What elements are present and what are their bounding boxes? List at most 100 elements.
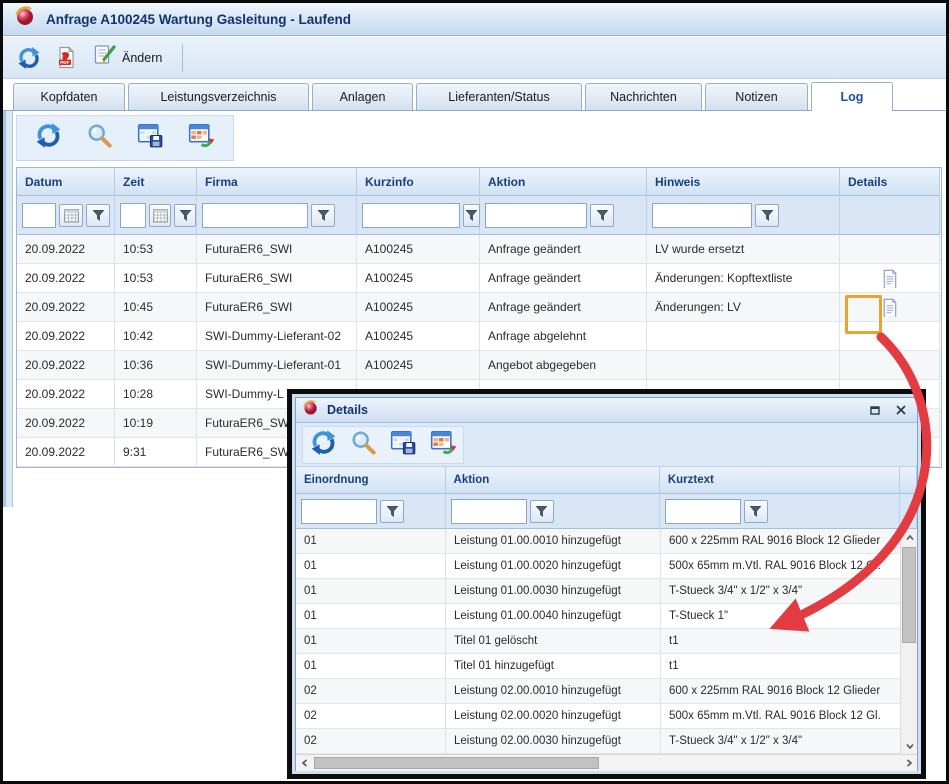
filter-funnel-button[interactable] xyxy=(744,500,768,523)
tab-kopfdaten[interactable]: Kopfdaten xyxy=(13,83,125,110)
details-row[interactable]: 02Leistung 02.00.0010 hinzugefügt600 x 2… xyxy=(296,679,917,704)
search-button[interactable] xyxy=(350,429,377,461)
cell-firma: SWI-Dummy-Lieferant-02 xyxy=(197,322,357,351)
filter-input-einordnung[interactable] xyxy=(301,499,377,524)
table-export-button[interactable] xyxy=(188,122,215,154)
filter-input-aktion[interactable] xyxy=(451,499,527,524)
log-row[interactable]: 20.09.202210:53FuturaER6_SWIA100245Anfra… xyxy=(17,235,941,264)
scrollbar-thumb[interactable] xyxy=(314,757,599,769)
cell-kurztext: 600 x 225mm RAL 9016 Block 12 Glieder xyxy=(661,679,902,704)
filter-funnel-button[interactable] xyxy=(380,500,404,523)
aendern-button[interactable]: Ändern xyxy=(93,43,162,72)
cell-details_icon xyxy=(840,351,940,380)
filter-input-aktion[interactable] xyxy=(485,203,587,228)
details-doc-icon[interactable] xyxy=(880,298,899,317)
details-row[interactable]: 02Leistung 02.00.0020 hinzugefügt500x 65… xyxy=(296,704,917,729)
scroll-right-icon[interactable] xyxy=(900,755,917,772)
cell-aktion: Leistung 01.00.0020 hinzugefügt xyxy=(446,554,661,579)
column-header-aktion[interactable]: Aktion xyxy=(480,168,647,196)
details-doc-icon[interactable] xyxy=(880,269,899,288)
log-row[interactable]: 20.09.202210:45FuturaER6_SWIA100245Anfra… xyxy=(17,293,941,322)
cell-aktion: Anfrage geändert xyxy=(480,235,647,264)
tab-leistungsverzeichnis[interactable]: Leistungsverzeichnis xyxy=(128,83,309,110)
table-export-icon xyxy=(430,429,457,456)
column-header-aktion[interactable]: Aktion xyxy=(446,467,660,494)
log-row[interactable]: 20.09.202210:36SWI-Dummy-Lieferant-01A10… xyxy=(17,351,941,380)
tab-lieferanten-status[interactable]: Lieferanten/Status xyxy=(416,83,582,110)
cell-datum: 20.09.2022 xyxy=(17,351,115,380)
calendar-icon xyxy=(152,207,169,224)
cell-zeit: 9:31 xyxy=(115,438,197,467)
filter-input-hinweis[interactable] xyxy=(652,203,752,228)
funnel-icon xyxy=(91,208,106,223)
log-row[interactable]: 20.09.202210:42SWI-Dummy-Lieferant-02A10… xyxy=(17,322,941,351)
tab-anlagen[interactable]: Anlagen xyxy=(312,83,413,110)
log-row[interactable]: 20.09.202210:53FuturaER6_SWIA100245Anfra… xyxy=(17,264,941,293)
column-header-zeit[interactable]: Zeit xyxy=(115,168,197,196)
pdf-export-button[interactable]: PDF xyxy=(55,46,79,70)
cell-details_icon xyxy=(840,235,940,264)
details-row[interactable]: 01Titel 01 hinzugefügtt1 xyxy=(296,654,917,679)
search-button[interactable] xyxy=(86,122,113,154)
filter-funnel-button[interactable] xyxy=(463,204,480,227)
column-header-kurzinfo[interactable]: Kurzinfo xyxy=(357,168,480,196)
filter-funnel-button[interactable] xyxy=(755,204,779,227)
filter-funnel-button[interactable] xyxy=(86,204,110,227)
column-header-hinweis[interactable]: Hinweis xyxy=(647,168,840,196)
svg-text:PDF: PDF xyxy=(60,60,69,65)
tab-log[interactable]: Log xyxy=(811,82,893,111)
filter-funnel-button[interactable] xyxy=(530,500,554,523)
vertical-scrollbar[interactable] xyxy=(900,529,917,754)
cell-zeit: 10:53 xyxy=(115,264,197,293)
scroll-down-button[interactable] xyxy=(901,737,918,754)
details-row[interactable]: 01Titel 01 gelöschtt1 xyxy=(296,629,917,654)
cell-kurztext: t1 xyxy=(661,629,902,654)
scroll-up-button[interactable] xyxy=(901,529,918,546)
table-export-button[interactable] xyxy=(430,429,457,461)
funnel-icon xyxy=(178,208,193,223)
column-header-einordnung[interactable]: Einordnung xyxy=(296,467,446,494)
details-row[interactable]: 01Leistung 01.00.0010 hinzugefügt600 x 2… xyxy=(296,529,917,554)
column-header-firma[interactable]: Firma xyxy=(197,168,357,196)
panel-left-edge xyxy=(3,111,13,507)
cell-kurztext: t1 xyxy=(661,654,902,679)
filter-input-kurzinfo[interactable] xyxy=(362,203,460,228)
table-save-button[interactable] xyxy=(390,429,417,461)
column-header-details[interactable]: Details xyxy=(840,168,940,196)
details-row[interactable]: 01Leistung 01.00.0020 hinzugefügt500x 65… xyxy=(296,554,917,579)
cell-kurztext: 500x 65mm m.Vtl. RAL 9016 Block 12 Gl. xyxy=(661,554,902,579)
cell-einordnung: 01 xyxy=(296,554,446,579)
filter-input-kurztext[interactable] xyxy=(665,499,741,524)
filter-input-zeit[interactable] xyxy=(120,203,146,228)
column-header-datum[interactable]: Datum xyxy=(17,168,115,196)
refresh-button[interactable] xyxy=(35,122,62,154)
filter-input-firma[interactable] xyxy=(202,203,308,228)
horizontal-scrollbar[interactable] xyxy=(296,754,917,771)
column-header-kurztext[interactable]: Kurztext xyxy=(660,467,900,494)
scrollbar-thumb[interactable] xyxy=(902,547,916,643)
details-titlebar[interactable]: Details xyxy=(296,398,917,423)
cell-firma: SWI-Dummy-Lieferant-01 xyxy=(197,351,357,380)
scroll-left-icon[interactable] xyxy=(296,755,313,772)
details-row[interactable]: 01Leistung 01.00.0040 hinzugefügtT-Stuec… xyxy=(296,604,917,629)
calendar-button[interactable] xyxy=(59,204,83,227)
cell-hinweis: LV wurde ersetzt xyxy=(647,235,840,264)
filter-funnel-button[interactable] xyxy=(174,204,196,227)
restore-window-button[interactable] xyxy=(866,402,884,418)
refresh-icon xyxy=(35,122,62,149)
calendar-button[interactable] xyxy=(149,204,171,227)
refresh-button[interactable] xyxy=(17,46,41,70)
refresh-button[interactable] xyxy=(310,429,337,461)
cell-aktion: Anfrage geändert xyxy=(480,293,647,322)
tab-notizen[interactable]: Notizen xyxy=(705,83,808,110)
tab-nachrichten[interactable]: Nachrichten xyxy=(585,83,702,110)
table-save-button[interactable] xyxy=(137,122,164,154)
filter-funnel-button[interactable] xyxy=(590,204,614,227)
table-save-icon xyxy=(137,122,164,149)
pdf-icon: PDF xyxy=(55,46,79,70)
details-row[interactable]: 02Leistung 02.00.0030 hinzugefügtT-Stuec… xyxy=(296,729,917,754)
filter-input-datum[interactable] xyxy=(22,203,56,228)
close-window-button[interactable] xyxy=(892,402,910,418)
filter-funnel-button[interactable] xyxy=(311,204,335,227)
details-row[interactable]: 01Leistung 01.00.0030 hinzugefügtT-Stuec… xyxy=(296,579,917,604)
